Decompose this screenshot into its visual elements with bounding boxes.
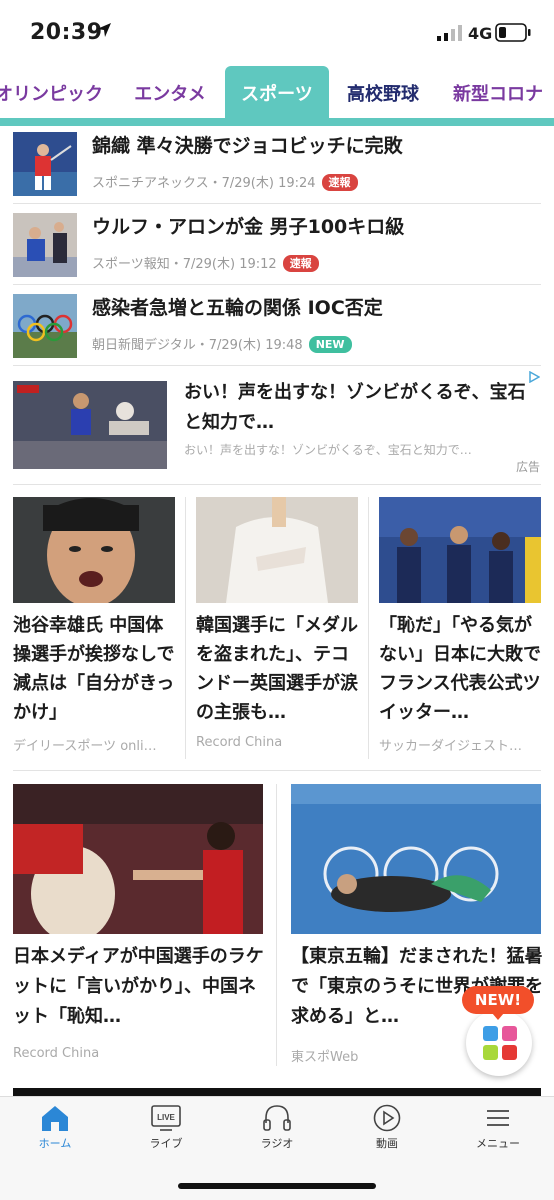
news-title: ウルフ・アロンが金 男子100キロ級 [92, 216, 405, 238]
list-item[interactable]: 錦織 準々決勝でジョコビッチに完敗 スポニチアネックス・7/29(木) 19:2… [0, 132, 554, 212]
news-meta: 朝日新聞デジタル・7/29(木) 19:48 NEW [92, 336, 352, 356]
divider [13, 484, 541, 485]
nav-label: メニュー [476, 1137, 520, 1150]
svg-text:LIVE: LIVE [157, 1113, 175, 1122]
tab-high-school-baseball[interactable]: 高校野球 [336, 66, 430, 120]
list-item[interactable]: 感染者急増と五輪の関係 IOC否定 朝日新聞デジタル・7/29(木) 19:48… [0, 294, 554, 374]
article-card[interactable]: 日本メディアが中国選手のラケットに「言いがかり」、中国ネット「恥知… Recor… [13, 784, 264, 1066]
play-icon [373, 1104, 401, 1132]
ad-title: おい！声を出すな！ゾンビがくるぞ、宝石と知力で… [184, 382, 526, 433]
article-image [291, 784, 541, 934]
nav-video[interactable]: 動画 [342, 1103, 432, 1159]
status-time: 20:39 [30, 20, 103, 45]
divider [13, 284, 541, 285]
nav-label: ライブ [149, 1137, 183, 1150]
article-title: 日本メディアが中国選手のラケットに「言いがかり」、中国ネット「恥知… [13, 946, 264, 1027]
nav-label: ラジオ [260, 1137, 294, 1150]
status-bar: 20:39 4G [0, 0, 554, 66]
news-meta: スポニチアネックス・7/29(木) 19:24 速報 [92, 174, 358, 194]
article-source: 東スポWeb [291, 1050, 359, 1065]
tab-olympic[interactable]: オリンピック [0, 66, 104, 120]
apps-fab-button[interactable]: NEW! [462, 986, 534, 1076]
divider [185, 497, 186, 759]
news-source: スポニチアネックス・7/29(木) 19:24 [92, 176, 316, 191]
news-source: スポーツ報知・7/29(木) 19:12 [92, 257, 277, 272]
ad-description: おい！声を出すな！ゾンビがくるぞ、宝石と知力で… [184, 443, 472, 457]
news-thumbnail [13, 294, 77, 358]
news-thumbnail [13, 213, 77, 277]
article-title: 韓国選手に「メダルを盗まれた」、テコンドー英国選手が涙の主張も… [196, 615, 358, 723]
article-source: Record China [196, 735, 283, 750]
battery-icon [495, 23, 531, 42]
apps-grid-icon [483, 1026, 517, 1060]
article-card[interactable]: 池谷幸雄氏 中国体操選手が挨拶なしで減点は「自分がきっかけ」 デイリースポーツ … [13, 497, 175, 759]
nav-live[interactable]: LIVE ライブ [121, 1103, 211, 1159]
home-icon [42, 1106, 68, 1131]
news-title: 錦織 準々決勝でジョコビッチに完敗 [92, 135, 403, 157]
article-source: Record China [13, 1046, 100, 1061]
tab-underline [0, 118, 554, 126]
article-title: 池谷幸雄氏 中国体操選手が挨拶なしで減点は「自分がきっかけ」 [13, 615, 175, 723]
divider [13, 770, 541, 771]
article-source: デイリースポーツ onli… [13, 739, 157, 754]
breaking-badge: 速報 [282, 255, 319, 272]
category-tabs: オリンピック エンタメ スポーツ 高校野球 新型コロナ [0, 66, 554, 126]
article-source: サッカーダイジェスト… [379, 739, 523, 754]
article-title: 「恥だ」「やる気がない」日本に大敗でフランス代表公式ツイッター… [379, 615, 541, 723]
article-image [196, 497, 358, 603]
ad-strip [13, 1088, 541, 1096]
nav-home[interactable]: ホーム [10, 1103, 100, 1159]
new-badge: NEW [308, 336, 352, 353]
ad-label: 広告 [515, 460, 540, 474]
divider [13, 203, 541, 204]
news-thumbnail [13, 132, 77, 196]
nav-menu[interactable]: メニュー [453, 1103, 543, 1159]
nav-label: ホーム [38, 1137, 72, 1150]
news-meta: スポーツ報知・7/29(木) 19:12 速報 [92, 255, 319, 275]
ad-banner[interactable]: おい！声を出すな！ゾンビがくるぞ、宝石と知力で… おい！声を出すな！ゾンビがくる… [0, 368, 554, 482]
ad-choices-icon[interactable] [528, 371, 540, 383]
headphones-icon [263, 1105, 291, 1131]
article-card[interactable]: 韓国選手に「メダルを盗まれた」、テコンドー英国選手が涙の主張も… Record … [196, 497, 358, 759]
news-source: 朝日新聞デジタル・7/29(木) 19:48 [92, 338, 303, 353]
location-arrow-icon [97, 23, 111, 37]
news-title: 感染者急増と五輪の関係 IOC否定 [92, 297, 383, 319]
article-image [13, 497, 175, 603]
article-card[interactable]: 「恥だ」「やる気がない」日本に大敗でフランス代表公式ツイッター… サッカーダイジ… [379, 497, 541, 759]
network-type: 4G [468, 24, 493, 43]
signal-icon [437, 25, 462, 41]
fab-new-badge: NEW! [462, 986, 534, 1020]
tab-covid[interactable]: 新型コロナ [446, 66, 550, 120]
nav-radio[interactable]: ラジオ [232, 1103, 322, 1159]
ad-image [13, 381, 167, 469]
divider [368, 497, 369, 759]
divider [276, 784, 277, 1066]
article-image [13, 784, 263, 934]
list-item[interactable]: ウルフ・アロンが金 男子100キロ級 スポーツ報知・7/29(木) 19:12 速… [0, 213, 554, 293]
tab-entertainment[interactable]: エンタメ [120, 66, 220, 120]
menu-icon [487, 1110, 509, 1126]
live-tv-icon: LIVE [151, 1105, 181, 1131]
article-image [379, 497, 541, 603]
nav-label: 動画 [376, 1137, 398, 1150]
breaking-badge: 速報 [321, 174, 358, 191]
divider [13, 365, 541, 366]
tab-sports[interactable]: スポーツ [225, 66, 329, 120]
home-indicator [178, 1183, 376, 1189]
